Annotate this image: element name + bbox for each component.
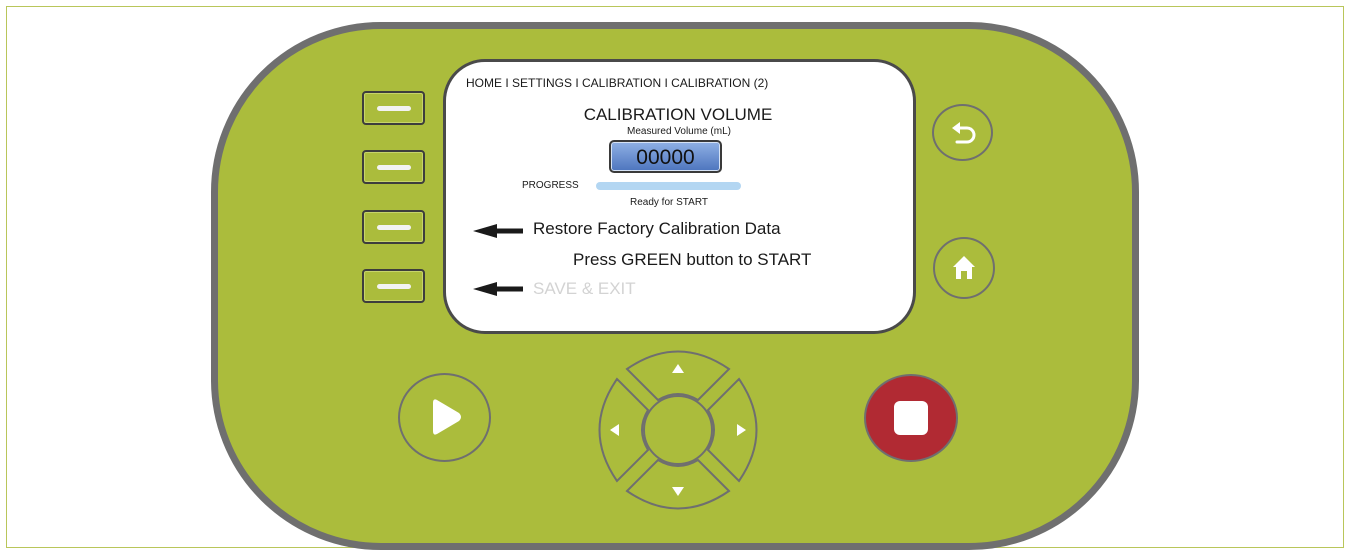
- soft-key-dash: [377, 106, 411, 111]
- dpad-down-button[interactable]: [625, 458, 731, 510]
- stop-button[interactable]: [864, 374, 958, 462]
- soft-key-2[interactable]: [362, 150, 425, 184]
- soft-key-dash: [377, 165, 411, 170]
- left-arrow-icon: [473, 224, 523, 238]
- play-icon: [433, 399, 461, 435]
- soft-key-dash: [377, 284, 411, 289]
- soft-key-1[interactable]: [362, 91, 425, 125]
- volume-label: Measured Volume (mL): [627, 126, 731, 137]
- volume-display: 00000: [609, 140, 722, 173]
- soft-key-3[interactable]: [362, 210, 425, 244]
- back-button[interactable]: [932, 104, 993, 161]
- soft-key-4[interactable]: [362, 269, 425, 303]
- menu-item-save-exit[interactable]: SAVE & EXIT: [533, 279, 636, 299]
- stop-icon: [894, 401, 928, 435]
- dpad-right-button[interactable]: [706, 377, 758, 483]
- screen-title: CALIBRATION VOLUME: [583, 105, 773, 124]
- progress-status: Ready for START: [630, 197, 708, 208]
- home-button[interactable]: [933, 237, 995, 299]
- dpad-left-button[interactable]: [598, 377, 650, 483]
- left-arrow-icon: [473, 282, 523, 296]
- volume-value: 00000: [636, 146, 695, 169]
- home-icon: [953, 256, 975, 279]
- instruction-text: Press GREEN button to START: [573, 250, 812, 269]
- progress-label: PROGRESS: [522, 180, 579, 191]
- soft-key-dash: [377, 225, 411, 230]
- back-arrow-icon: [952, 122, 976, 144]
- menu-item-restore-factory[interactable]: Restore Factory Calibration Data: [533, 219, 781, 239]
- progress-bar: [596, 182, 741, 190]
- start-button[interactable]: [398, 373, 491, 462]
- directional-pad: [598, 350, 758, 510]
- dpad-up-button[interactable]: [625, 350, 731, 402]
- dpad-center-button[interactable]: [643, 395, 713, 465]
- breadcrumb: HOME I SETTINGS I CALIBRATION I CALIBRAT…: [466, 76, 769, 90]
